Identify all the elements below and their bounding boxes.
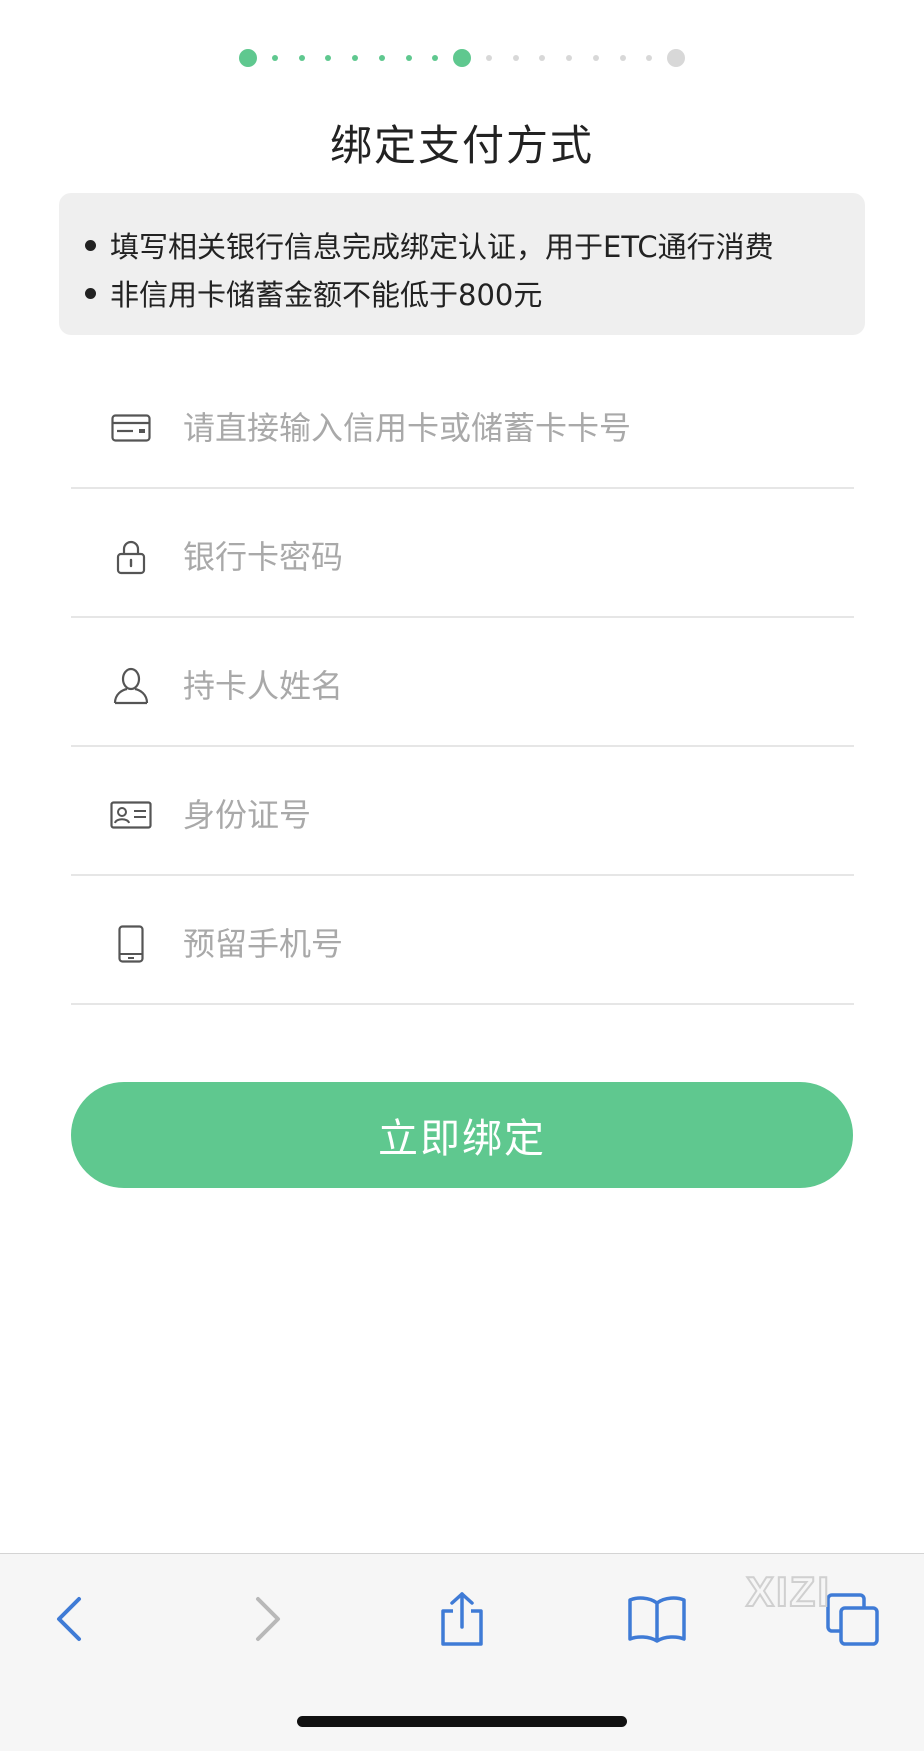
share-icon[interactable]: [427, 1584, 497, 1654]
person-icon: [107, 666, 155, 706]
bank-card-icon: [107, 408, 155, 448]
card-number-input[interactable]: [183, 408, 803, 447]
progress-dot: [512, 55, 519, 61]
cardholder-name-input[interactable]: [183, 666, 803, 705]
home-indicator: [297, 1716, 627, 1727]
forward-icon[interactable]: [233, 1584, 303, 1654]
bind-now-button[interactable]: 立即绑定: [71, 1082, 853, 1188]
mobile-phone-icon: [107, 924, 155, 964]
notice-item: 填写相关银行信息完成绑定认证，用于ETC通行消费: [85, 221, 839, 269]
card-number-row: [71, 360, 854, 489]
page-title: 绑定支付方式: [329, 121, 594, 170]
notice-text: 填写相关银行信息完成绑定认证，用于ETC通行消费: [110, 230, 774, 264]
progress-dot: [378, 55, 385, 61]
cardholder-name-row: [71, 618, 854, 747]
notice-box: 填写相关银行信息完成绑定认证，用于ETC通行消费 非信用卡储蓄金额不能低于800…: [59, 193, 865, 335]
progress-step-marker: [667, 49, 685, 67]
progress-dot: [271, 55, 278, 61]
mobile-number-row: [71, 876, 854, 1005]
progress-dot: [325, 55, 332, 61]
bookmarks-icon[interactable]: [622, 1584, 692, 1654]
notice-text: 非信用卡储蓄金额不能低于800元: [110, 278, 543, 312]
progress-dot: [352, 55, 358, 61]
progress-dot: [566, 55, 572, 61]
progress-stepper: [239, 48, 685, 68]
progress-dot: [485, 55, 492, 61]
svg-text:XIZI: XIZI: [746, 1568, 831, 1615]
id-number-input[interactable]: [183, 795, 803, 834]
progress-step-marker: [453, 49, 471, 67]
card-password-input[interactable]: [183, 537, 803, 576]
notice-item: 非信用卡储蓄金额不能低于800元: [85, 269, 839, 317]
bullet-icon: [85, 239, 96, 251]
watermark-logo: XIZI: [744, 1566, 864, 1616]
progress-dot: [432, 55, 439, 61]
bullet-icon: [85, 287, 96, 299]
bind-card-form: [71, 360, 854, 1005]
progress-dot: [592, 55, 599, 61]
progress-step-marker: [239, 49, 257, 67]
card-password-row: [71, 489, 854, 618]
lock-icon: [107, 537, 155, 577]
mobile-number-input[interactable]: [183, 924, 803, 963]
progress-dot: [646, 55, 653, 61]
progress-dot: [405, 55, 412, 61]
progress-dot: [539, 55, 546, 61]
id-card-icon: [107, 795, 155, 835]
progress-dot: [619, 55, 626, 61]
id-number-row: [71, 747, 854, 876]
back-icon[interactable]: [34, 1584, 104, 1654]
progress-dot: [298, 55, 305, 61]
